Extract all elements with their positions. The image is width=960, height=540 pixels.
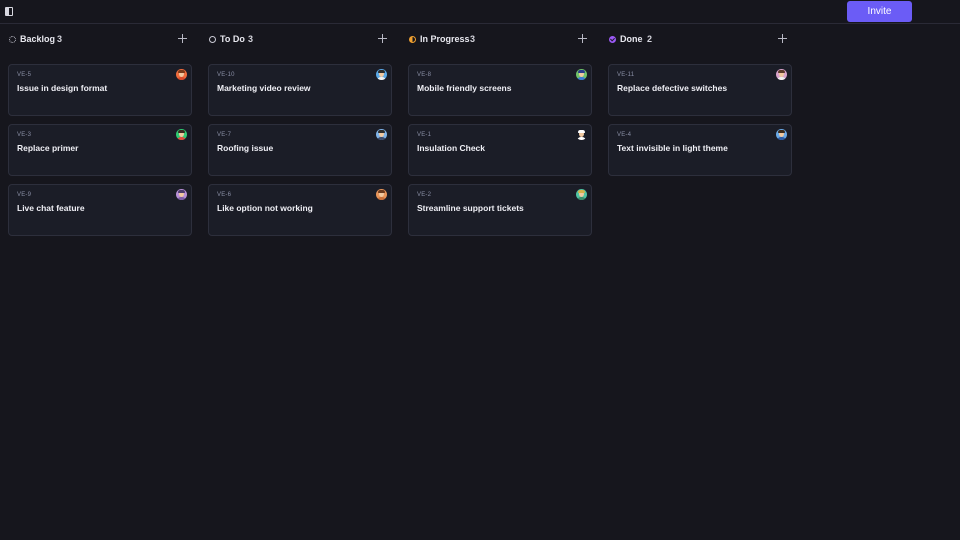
column-to-do: To Do 3 VE-10 Marketing video review VE-7 Roo… [208,24,392,236]
issue-title: Like option not working [217,203,313,213]
issue-id: VE-4 [617,132,632,138]
issue-card[interactable]: VE-7 Roofing issue [208,124,392,176]
assignee-avatar[interactable] [376,189,387,200]
todo-icon [209,36,216,43]
issue-card[interactable]: VE-3 Replace primer [8,124,192,176]
assignee-avatar[interactable] [576,129,587,140]
issue-id: VE-9 [17,192,32,198]
add-card-icon[interactable] [778,34,787,43]
issue-title: Text invisible in light theme [617,143,728,153]
issue-card[interactable]: VE-2 Streamline support tickets [408,184,592,236]
avatar-body [177,137,186,140]
column-header: In Progress 3 [408,24,592,54]
assignee-avatar[interactable] [176,129,187,140]
avatar-body [377,137,386,140]
avatar-hair [378,130,385,133]
issue-card[interactable]: VE-10 Marketing video review [208,64,392,116]
invite-button[interactable]: Invite [847,1,912,22]
issue-title: Replace primer [17,143,79,153]
column-title: In Progress [420,34,470,44]
column-done: Done 2 VE-11 Replace defective switches VE-4… [608,24,792,176]
assignee-avatar[interactable] [176,69,187,80]
column-in-progress: In Progress 3 VE-8 Mobile friendly screens V… [408,24,592,236]
issue-card[interactable]: VE-6 Like option not working [208,184,392,236]
issue-id: VE-1 [417,132,432,138]
column-header: Backlog 3 [8,24,192,54]
avatar-hair [378,190,385,193]
column-count: 3 [470,34,476,44]
assignee-avatar[interactable] [376,129,387,140]
assignee-avatar[interactable] [576,69,587,80]
in-progress-icon [409,36,416,43]
issue-title: Replace defective switches [617,83,728,93]
add-card-icon[interactable] [578,34,587,43]
avatar-hair [178,190,185,193]
assignee-avatar[interactable] [176,189,187,200]
issue-card[interactable]: VE-8 Mobile friendly screens [408,64,592,116]
avatar-hair [178,70,185,73]
add-card-icon[interactable] [378,34,387,43]
column-count: 3 [57,34,63,44]
add-card-icon[interactable] [178,34,187,43]
column-title: Backlog [20,34,56,44]
avatar-body [177,77,186,80]
avatar-hair [578,130,585,133]
issue-card[interactable]: VE-9 Live chat feature [8,184,192,236]
avatar-body [777,77,786,80]
backlog-icon [9,36,16,43]
issue-title: Streamline support tickets [417,203,524,213]
issue-id: VE-6 [217,192,232,198]
avatar-body [577,197,586,200]
assignee-avatar[interactable] [376,69,387,80]
issue-title: Live chat feature [17,203,85,213]
issue-card[interactable]: VE-11 Replace defective switches [608,64,792,116]
issue-id: VE-2 [417,192,432,198]
issue-title: Roofing issue [217,143,274,153]
issue-card[interactable]: VE-4 Text invisible in light theme [608,124,792,176]
issue-id: VE-8 [417,72,432,78]
issue-card[interactable]: VE-5 Issue in design format [8,64,192,116]
issue-card[interactable]: VE-1 Insulation Check [408,124,592,176]
issue-id: VE-11 [617,72,635,78]
avatar-hair [778,130,785,133]
issue-title: Insulation Check [417,143,486,153]
issue-id: VE-5 [17,72,32,78]
assignee-avatar[interactable] [776,129,787,140]
avatar-body [377,197,386,200]
column-title: To Do [220,34,245,44]
sidebar-toggle-icon[interactable] [5,7,13,16]
column-count: 2 [647,34,653,44]
column-header: To Do 3 [208,24,392,54]
issue-title: Issue in design format [17,83,108,93]
issue-id: VE-10 [217,72,235,78]
issue-id: VE-3 [17,132,32,138]
issue-id: VE-7 [217,132,232,138]
done-icon [609,36,616,43]
column-title: Done [620,34,643,44]
avatar-hair [578,70,585,73]
avatar-hair [578,190,585,193]
issue-title: Mobile friendly screens [417,83,512,93]
avatar-body [577,137,586,140]
avatar-hair [178,130,185,133]
assignee-avatar[interactable] [776,69,787,80]
avatar-hair [778,70,785,73]
avatar-body [777,137,786,140]
avatar-hair [378,70,385,73]
avatar-body [377,77,386,80]
avatar-body [577,77,586,80]
column-backlog: Backlog 3 VE-5 Issue in design format VE-3 Re… [8,24,192,236]
avatar-body [177,197,186,200]
column-header: Done 2 [608,24,792,54]
top-bar: Invite [0,0,960,24]
column-count: 3 [248,34,254,44]
issue-title: Marketing video review [217,83,311,93]
assignee-avatar[interactable] [576,189,587,200]
